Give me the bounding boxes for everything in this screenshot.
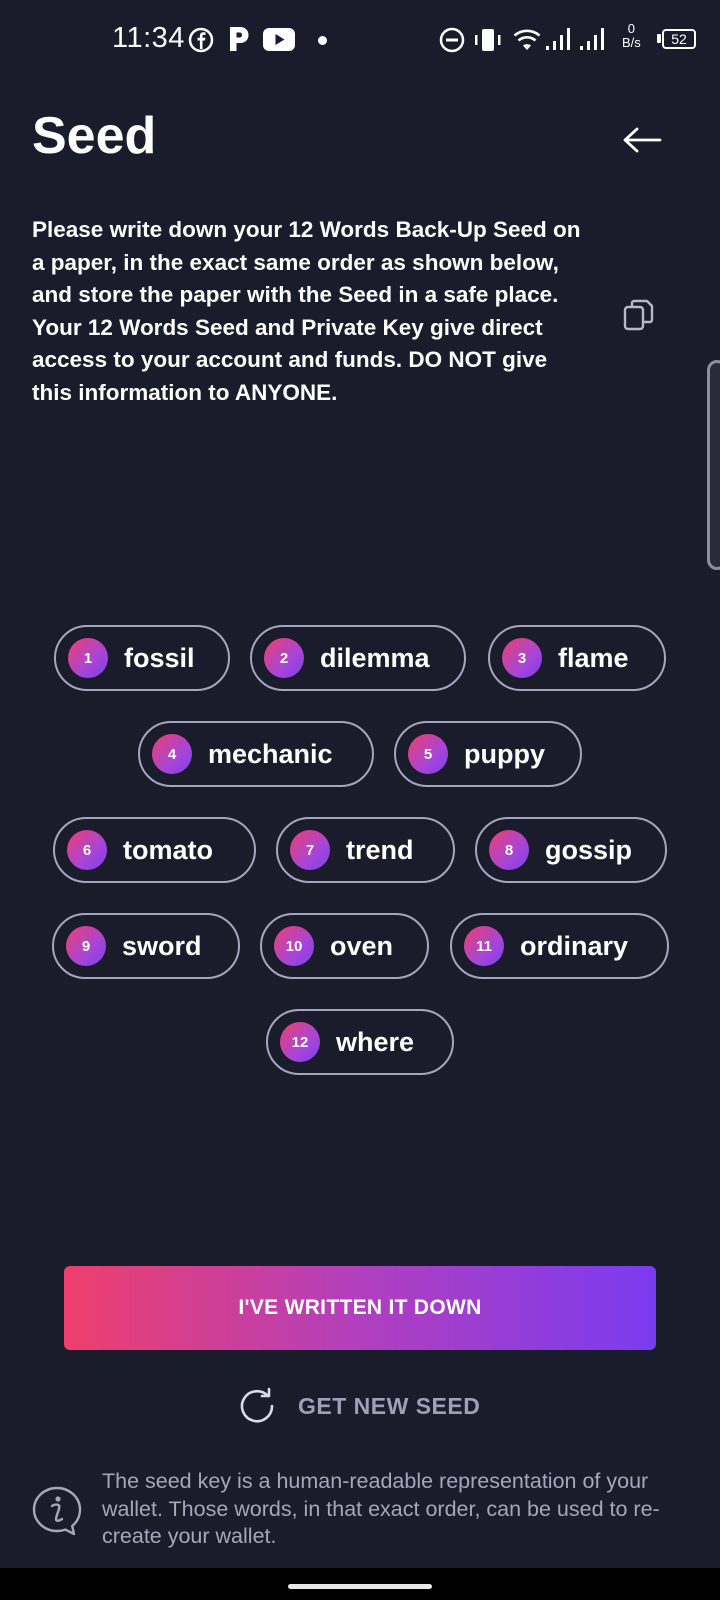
seed-word-chip: 6 tomato (53, 817, 256, 883)
seed-word-chip: 7 trend (276, 817, 455, 883)
arrow-left-icon (623, 127, 662, 153)
seed-word-chip: 1 fossil (54, 625, 230, 691)
seed-word-chip: 11 ordinary (450, 913, 669, 979)
seed-word-text: gossip (545, 834, 633, 865)
seed-word-text: dilemma (320, 642, 430, 673)
youtube-icon (263, 28, 295, 51)
seed-word-chip: 4 mechanic (138, 721, 374, 787)
seed-word-text: flame (558, 642, 629, 673)
signal-icon-2 (580, 28, 604, 50)
seed-word-number: 3 (502, 638, 542, 678)
seed-word-text: mechanic (208, 738, 333, 769)
get-new-seed-label: GET NEW SEED (298, 1392, 481, 1419)
p-app-icon (230, 27, 249, 51)
seed-word-text: sword (122, 930, 202, 961)
refresh-icon (240, 1387, 274, 1423)
copy-icon (623, 299, 654, 331)
page-title: Seed (32, 107, 157, 165)
seed-word-chip: 5 puppy (394, 721, 582, 787)
seed-word-number: 9 (66, 926, 106, 966)
seed-word-number: 8 (489, 830, 529, 870)
net-speed-unit: B/s (622, 35, 641, 50)
confirm-written-label: I'VE WRITTEN IT DOWN (238, 1296, 482, 1319)
vibrate-icon (475, 29, 501, 51)
back-button[interactable] (618, 118, 666, 162)
battery-tip (657, 34, 661, 43)
confirm-written-button[interactable]: I'VE WRITTEN IT DOWN (64, 1266, 656, 1350)
backup-instructions: Please write down your 12 Words Back-Up … (32, 217, 581, 405)
wifi-icon (513, 29, 541, 50)
notification-dot (318, 36, 327, 45)
seed-word-number: 7 (290, 830, 330, 870)
seed-word-text: trend (346, 834, 414, 865)
dnd-icon (439, 27, 465, 53)
seed-word-chip: 12 where (266, 1009, 454, 1075)
seed-word-text: puppy (464, 738, 545, 769)
seed-word-text: where (336, 1026, 415, 1057)
side-panel-handle[interactable] (707, 360, 720, 570)
seed-word-number: 2 (264, 638, 304, 678)
seed-word-text: tomato (123, 834, 213, 865)
status-time: 11:34 (112, 22, 185, 54)
net-speed-value: 0 (627, 21, 636, 36)
seed-word-chip: 3 flame (488, 625, 666, 691)
battery-level: 52 (662, 29, 696, 49)
seed-word-chip: 10 oven (260, 913, 429, 979)
seed-word-number: 10 (274, 926, 314, 966)
net-speed: 0 B/s (622, 22, 641, 50)
seed-word-chip: 8 gossip (475, 817, 667, 883)
seed-word-number: 6 (67, 830, 107, 870)
status-bar: 11:34 0 B/s 52 (0, 0, 720, 84)
seed-info-text: The seed key is a human-readable represe… (102, 1469, 660, 1548)
seed-word-number: 1 (68, 638, 108, 678)
seed-word-text: fossil (124, 642, 195, 673)
home-gesture-handle[interactable] (288, 1584, 432, 1589)
info-icon (32, 1486, 82, 1536)
seed-word-chip: 2 dilemma (250, 625, 466, 691)
seed-word-number: 11 (464, 926, 504, 966)
seed-word-number: 4 (152, 734, 192, 774)
seed-word-number: 12 (280, 1022, 320, 1062)
seed-word-number: 5 (408, 734, 448, 774)
seed-word-text: oven (330, 930, 394, 961)
seed-word-chip: 9 sword (52, 913, 240, 979)
facebook-icon (188, 27, 214, 53)
seed-word-text: ordinary (520, 930, 629, 961)
copy-seed-button[interactable] (622, 298, 656, 332)
signal-icon (546, 28, 570, 50)
get-new-seed-button[interactable]: GET NEW SEED (238, 1382, 488, 1430)
